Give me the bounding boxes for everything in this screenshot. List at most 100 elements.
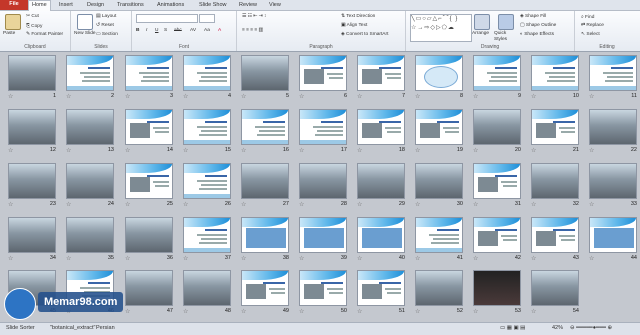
slide-thumbnail[interactable] — [125, 163, 173, 199]
slide-thumbnail[interactable] — [415, 270, 463, 306]
slide-transition-icon[interactable]: ☆ — [125, 147, 130, 154]
slide-transition-icon[interactable]: ☆ — [415, 93, 420, 100]
select-button[interactable]: ↖ Select — [581, 32, 600, 37]
slide-transition-icon[interactable]: ☆ — [299, 255, 304, 262]
slide-thumbnail[interactable] — [125, 109, 173, 145]
slide-thumbnail[interactable] — [8, 109, 56, 145]
slide-thumbnail[interactable] — [589, 163, 637, 199]
slide-thumbnail[interactable] — [473, 217, 521, 253]
slide-thumbnail[interactable] — [531, 55, 579, 91]
slide-transition-icon[interactable]: ☆ — [531, 147, 536, 154]
slide-thumbnail[interactable] — [473, 109, 521, 145]
slide-thumbnail[interactable] — [357, 109, 405, 145]
italic-button[interactable]: I — [146, 28, 147, 33]
tab-slide-show[interactable]: Slide Show — [196, 1, 230, 10]
paste-icon[interactable] — [5, 14, 21, 30]
slide-transition-icon[interactable]: ☆ — [473, 255, 478, 262]
slide-thumbnail[interactable] — [299, 109, 347, 145]
slide-transition-icon[interactable]: ☆ — [531, 308, 536, 315]
slide-thumbnail[interactable] — [357, 217, 405, 253]
slide-thumbnail[interactable] — [415, 217, 463, 253]
shadow-button[interactable]: S — [164, 28, 167, 33]
slide-thumbnail[interactable] — [415, 109, 463, 145]
slide-transition-icon[interactable]: ☆ — [66, 147, 71, 154]
find-button[interactable]: ⌕ Find — [581, 14, 594, 20]
slide-thumbnail[interactable] — [531, 217, 579, 253]
slide-transition-icon[interactable]: ☆ — [66, 93, 71, 100]
slide-thumbnail[interactable] — [183, 163, 231, 199]
slide-thumbnail[interactable] — [66, 109, 114, 145]
slide-transition-icon[interactable]: ☆ — [241, 147, 246, 154]
font-size-combo[interactable] — [199, 14, 215, 23]
slide-thumbnail[interactable] — [415, 55, 463, 91]
slide-transition-icon[interactable]: ☆ — [183, 308, 188, 315]
status-zoom[interactable]: 42% — [552, 325, 563, 331]
slide-thumbnail[interactable] — [183, 109, 231, 145]
slide-transition-icon[interactable]: ☆ — [299, 201, 304, 208]
slide-thumbnail[interactable] — [415, 163, 463, 199]
slide-thumbnail[interactable] — [125, 55, 173, 91]
slide-sorter-pane[interactable]: ☆ 1 ☆ 2 ☆ 3 ☆ 4 ☆ 5 ☆ 6 ☆ 7 ☆ 8 ☆ 9 ☆ 10 ☆ 11 ☆ 12 ☆ 13 ☆ 14 ☆ 15 ☆ 16 ☆… — [0, 52, 640, 321]
slide-transition-icon[interactable]: ☆ — [125, 255, 130, 262]
font-name-combo[interactable] — [136, 14, 198, 23]
section-button[interactable]: ▭ Section — [96, 32, 118, 37]
slide-transition-icon[interactable]: ☆ — [473, 147, 478, 154]
slide-transition-icon[interactable]: ☆ — [415, 308, 420, 315]
slide-transition-icon[interactable]: ☆ — [241, 255, 246, 262]
slide-thumbnail[interactable] — [357, 55, 405, 91]
slide-thumbnail[interactable] — [299, 163, 347, 199]
slide-transition-icon[interactable]: ☆ — [357, 255, 362, 262]
slide-thumbnail[interactable] — [241, 163, 289, 199]
slide-thumbnail[interactable] — [589, 109, 637, 145]
slide-transition-icon[interactable]: ☆ — [8, 147, 13, 154]
slide-thumbnail[interactable] — [299, 55, 347, 91]
slide-transition-icon[interactable]: ☆ — [183, 255, 188, 262]
slide-thumbnail[interactable] — [299, 217, 347, 253]
slide-transition-icon[interactable]: ☆ — [241, 201, 246, 208]
replace-button[interactable]: ⇄ Replace — [581, 23, 604, 28]
slide-transition-icon[interactable]: ☆ — [531, 93, 536, 100]
tab-design[interactable]: Design — [84, 1, 107, 10]
slide-transition-icon[interactable]: ☆ — [299, 147, 304, 154]
slide-transition-icon[interactable]: ☆ — [531, 201, 536, 208]
tab-view[interactable]: View — [266, 1, 284, 10]
slide-transition-icon[interactable]: ☆ — [357, 201, 362, 208]
slide-thumbnail[interactable] — [241, 55, 289, 91]
tab-review[interactable]: Review — [236, 1, 260, 10]
shape-outline-button[interactable]: ▢ Shape Outline — [520, 23, 556, 28]
slide-thumbnail[interactable] — [589, 217, 637, 253]
slide-transition-icon[interactable]: ☆ — [357, 308, 362, 315]
slide-transition-icon[interactable]: ☆ — [8, 255, 13, 262]
slide-transition-icon[interactable]: ☆ — [241, 308, 246, 315]
slide-thumbnail[interactable] — [357, 270, 405, 306]
slide-transition-icon[interactable]: ☆ — [415, 255, 420, 262]
slide-thumbnail[interactable] — [473, 270, 521, 306]
new-slide-button[interactable]: New Slide — [74, 31, 96, 36]
underline-button[interactable]: U — [155, 28, 158, 33]
slide-thumbnail[interactable] — [473, 55, 521, 91]
tab-file[interactable]: File — [0, 0, 28, 10]
format-painter-button[interactable]: ✎ Format Painter — [26, 32, 63, 37]
slide-transition-icon[interactable]: ☆ — [473, 93, 478, 100]
font-color-button[interactable]: A — [218, 28, 221, 33]
slide-thumbnail[interactable] — [8, 163, 56, 199]
copy-button[interactable]: ⎘ Copy — [26, 23, 42, 29]
text-direction-button[interactable]: ⇅ Text Direction — [341, 14, 375, 19]
cut-button[interactable]: ✂ Cut — [26, 14, 39, 19]
reset-button[interactable]: ↺ Reset — [96, 23, 114, 28]
slide-transition-icon[interactable]: ☆ — [357, 93, 362, 100]
slide-thumbnail[interactable] — [241, 270, 289, 306]
shape-effects-button[interactable]: ◐ Shape Effects — [520, 32, 554, 37]
slide-transition-icon[interactable]: ☆ — [183, 147, 188, 154]
align-text-button[interactable]: ▣ Align Text — [341, 23, 367, 28]
slide-thumbnail[interactable] — [299, 270, 347, 306]
new-slide-icon[interactable] — [77, 14, 93, 30]
strikethrough-button[interactable]: abc — [174, 28, 182, 33]
slide-transition-icon[interactable]: ☆ — [473, 308, 478, 315]
slide-transition-icon[interactable]: ☆ — [531, 255, 536, 262]
slide-thumbnail[interactable] — [531, 270, 579, 306]
slide-thumbnail[interactable] — [66, 163, 114, 199]
char-spacing-button[interactable]: AV — [190, 28, 196, 33]
slide-transition-icon[interactable]: ☆ — [415, 201, 420, 208]
slide-thumbnail[interactable] — [183, 55, 231, 91]
